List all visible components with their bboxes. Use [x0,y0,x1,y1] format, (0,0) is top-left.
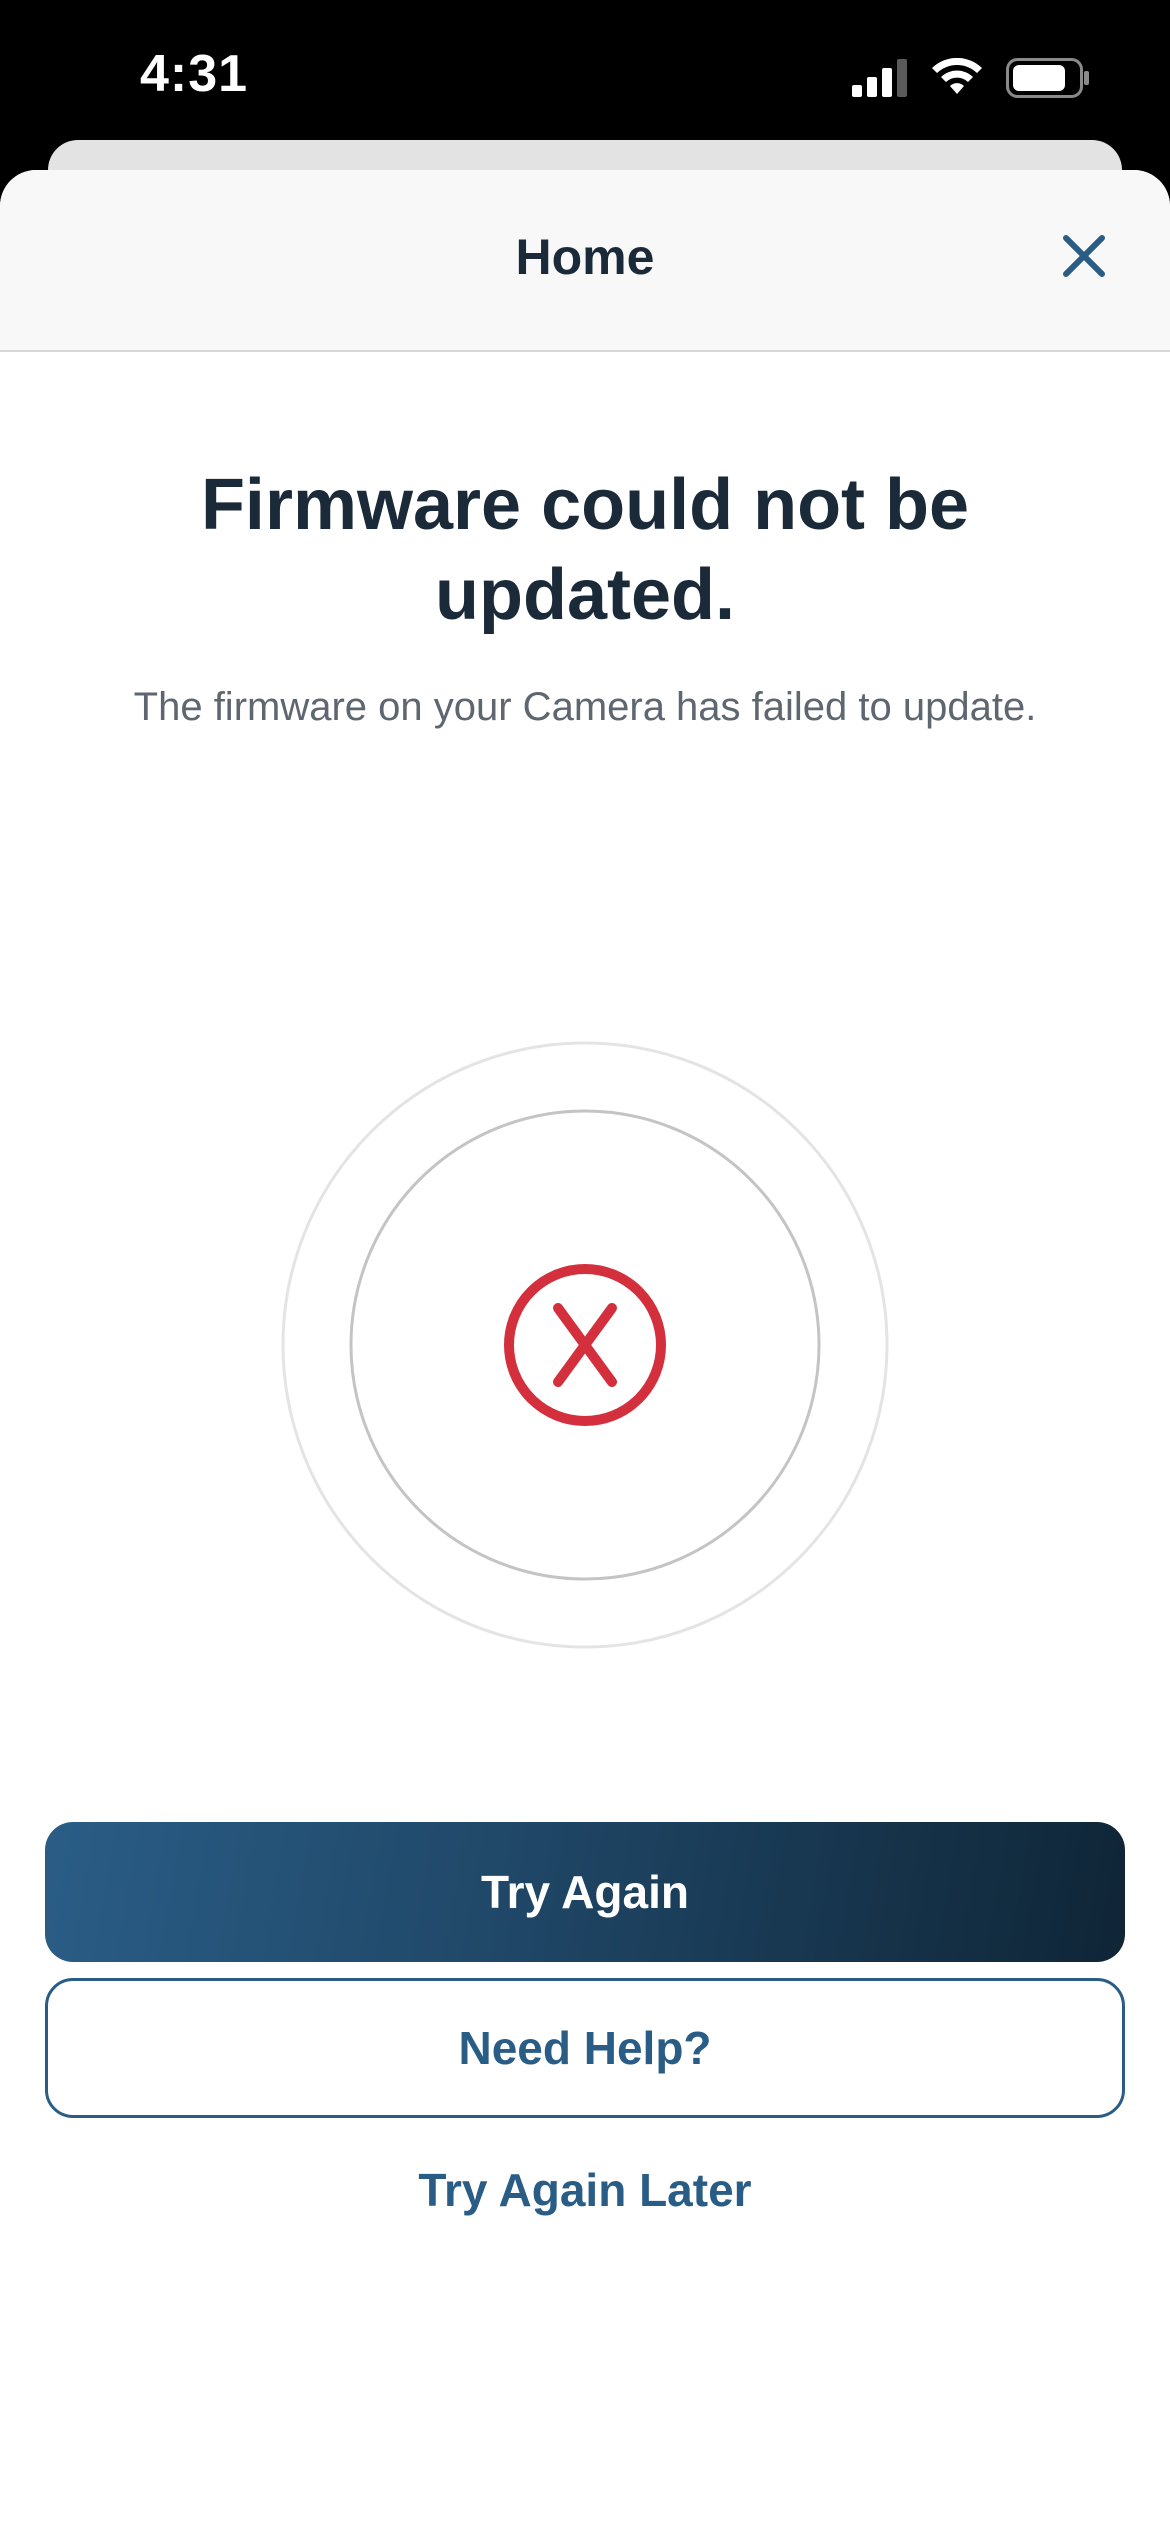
cellular-signal-icon [852,59,907,97]
app-screen: 4:31 Home Firmware could not be updated.… [0,0,1170,2532]
try-again-later-link[interactable]: Try Again Later [285,2150,885,2230]
wifi-icon [932,58,982,94]
sheet-header: Home [0,170,1170,352]
status-icons [852,56,1090,100]
error-x-circle-icon [504,1264,666,1426]
page-title: Home [515,229,655,285]
try-again-button[interactable]: Try Again [45,1822,1125,1962]
error-description: The firmware on your Camera has failed t… [133,685,1037,729]
status-time: 4:31 [140,45,249,103]
need-help-button[interactable]: Need Help? [45,1978,1125,2118]
error-headline: Firmware could not be updated. [200,465,970,635]
close-icon [1063,235,1105,277]
status-bar: 4:31 [0,0,1170,150]
close-button[interactable] [1038,210,1130,302]
error-status-graphic [281,1041,889,1649]
battery-icon [1006,58,1089,98]
